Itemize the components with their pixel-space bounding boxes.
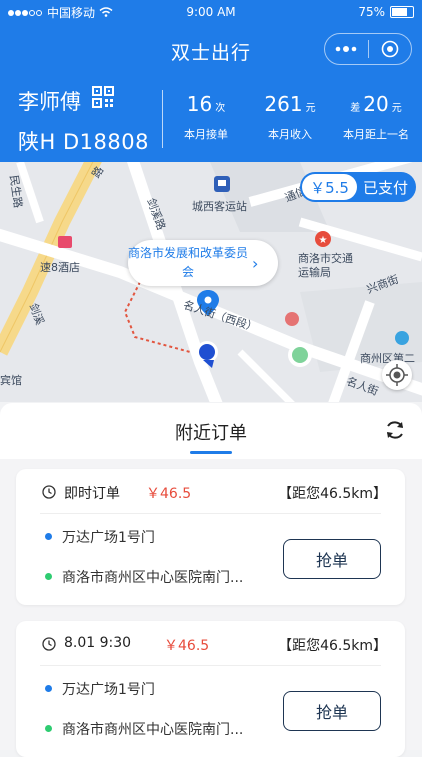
location-callout[interactable]: 商洛市发展和改革委员会 ›	[128, 240, 278, 286]
battery-group: 75%	[358, 5, 414, 19]
status-bar: 中国移动 9:00 AM 75%	[0, 0, 422, 24]
order-price: ￥46.5	[146, 486, 192, 502]
target-icon	[381, 40, 399, 58]
dropoff-address: 商洛市商州区中心医院南门...	[62, 570, 244, 586]
stat-prefix: 差	[350, 103, 361, 114]
license-plate: 陕H D18808	[18, 130, 149, 154]
orders-sheet: 附近订单 即时订单 ￥46.5 【距您46.5km】 万达广场1号门 商洛市商州…	[0, 403, 422, 757]
grab-order-button[interactable]: 抢单	[283, 691, 381, 731]
clock-icon	[42, 485, 56, 499]
stat-value: 261	[264, 92, 303, 116]
clock-icon	[42, 637, 56, 651]
stat-label: 本月收入	[268, 128, 312, 141]
dropoff-dot-icon	[45, 573, 52, 580]
close-button[interactable]	[369, 34, 412, 64]
tab-underline	[190, 451, 232, 454]
stat-monthly-income: 261 元 本月收入	[260, 92, 320, 142]
map-label-transport-bureau: 商洛市交通运输局	[298, 252, 353, 279]
pickup-dot-icon	[45, 685, 52, 692]
order-time: 8.01 9:30	[64, 635, 132, 651]
stat-unit: 元	[391, 103, 402, 114]
stat-unit: 次	[215, 103, 226, 114]
stat-value: 16	[186, 92, 213, 116]
locate-button[interactable]	[382, 360, 412, 390]
svg-text:★: ★	[319, 235, 328, 246]
dropoff-address: 商洛市商州区中心医院南门...	[62, 722, 244, 738]
crosshair-icon	[386, 364, 408, 386]
nav-bar: 双士出行	[0, 24, 422, 76]
pickup-dot-icon	[45, 533, 52, 540]
more-dots-icon	[335, 46, 357, 52]
tab-nearby-orders[interactable]: 附近订单	[0, 419, 422, 445]
mini-program-capsule	[324, 33, 412, 65]
info-divider	[162, 90, 163, 148]
driver-info-bar: 李师傅 陕H D18808 16 次 本月接单 261 元 本月收入 差 20 元 本月…	[0, 76, 422, 162]
map-label-guan: 宾馆	[0, 374, 22, 387]
paid-badge[interactable]: ￥5.5 已支付	[300, 172, 416, 202]
stat-gap-to-previous: 差 20 元 本月距上一名	[340, 92, 412, 142]
order-distance: 【距您46.5km】	[278, 486, 387, 502]
grab-order-button[interactable]: 抢单	[283, 539, 381, 579]
chevron-right-icon: ›	[252, 253, 259, 273]
map-label-bus-station: 城西客运站	[192, 200, 247, 213]
map-label-hotel: 速8酒店	[40, 261, 80, 274]
pickup-address: 万达广场1号门	[62, 530, 155, 546]
driver-name: 李师傅	[18, 90, 81, 114]
card-divider	[40, 513, 381, 514]
map-view[interactable]: ★ 民生路 路 通信巷 城西客运站 剑溪路 剑溪 速8酒店 商洛市交通运输局 兴…	[0, 162, 422, 402]
orders-header: 附近订单	[0, 403, 422, 459]
order-price: ￥46.5	[164, 638, 210, 654]
paid-amount: ￥5.5	[302, 174, 357, 200]
card-divider	[40, 665, 381, 666]
paid-text: 已支付	[362, 178, 408, 197]
order-card[interactable]: 即时订单 ￥46.5 【距您46.5km】 万达广场1号门 商洛市商州区中心医院…	[16, 469, 405, 605]
order-time: 即时订单	[64, 486, 120, 502]
qr-code-icon[interactable]	[92, 86, 114, 108]
pickup-address: 万达广场1号门	[62, 682, 155, 698]
callout-text: 商洛市发展和改革委员会	[128, 246, 249, 279]
more-button[interactable]	[325, 34, 368, 64]
stat-value: 20	[363, 92, 389, 116]
stat-label: 本月距上一名	[343, 128, 409, 141]
dropoff-dot-icon	[45, 725, 52, 732]
stat-unit: 元	[305, 103, 316, 114]
refresh-icon[interactable]	[384, 419, 406, 441]
battery-icon	[390, 6, 414, 18]
order-card[interactable]: 8.01 9:30 ￥46.5 【距您46.5km】 万达广场1号门 商洛市商州…	[16, 621, 405, 757]
order-distance: 【距您46.5km】	[278, 638, 387, 654]
battery-percent: 75%	[358, 5, 385, 19]
stat-label: 本月接单	[184, 128, 228, 141]
stat-monthly-orders: 16 次 本月接单	[184, 92, 228, 142]
